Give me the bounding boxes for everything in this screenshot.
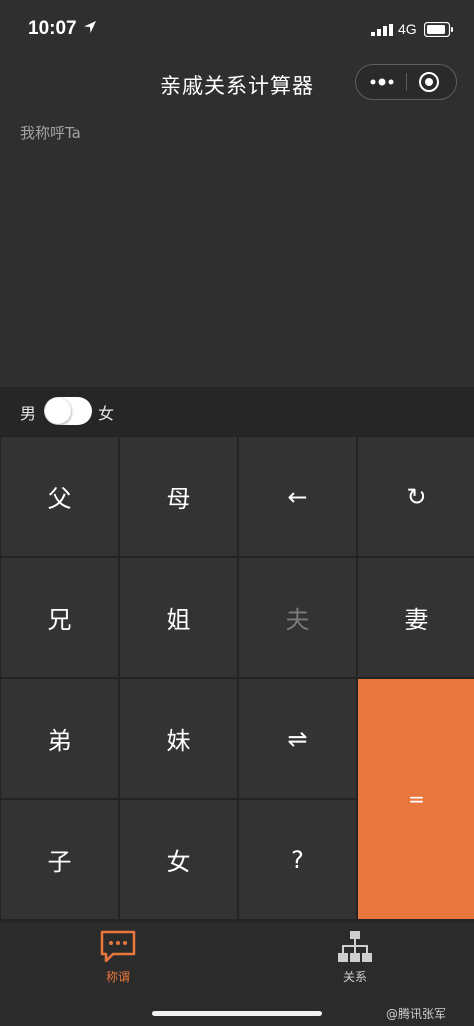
- status-time: 10:07: [28, 18, 77, 39]
- key-father[interactable]: 父: [1, 437, 118, 556]
- tab-bar: 称谓 关系 @腾讯张军: [0, 922, 474, 1026]
- key-elder-brother[interactable]: 兄: [1, 558, 118, 677]
- key-equals[interactable]: =: [358, 679, 474, 919]
- close-target-icon[interactable]: [418, 71, 440, 93]
- key-elder-sister[interactable]: 姐: [120, 558, 237, 677]
- gender-toggle[interactable]: [44, 397, 92, 425]
- nav-bar: 亲戚关系计算器: [0, 60, 474, 110]
- gender-male-label: 男: [20, 404, 37, 423]
- org-chart-icon: [338, 931, 372, 962]
- key-daughter[interactable]: 女: [120, 800, 237, 919]
- watermark: @腾讯张军: [386, 1007, 447, 1021]
- gender-switch-row: 男 女: [0, 387, 474, 435]
- capsule-divider: [406, 73, 407, 91]
- keypad: 父 母 ← ↻ 兄 姐 夫 妻 弟 妹 ⇌ = 子 女 ?: [0, 435, 474, 922]
- key-son[interactable]: 子: [1, 800, 118, 919]
- key-wife[interactable]: 妻: [358, 558, 474, 677]
- mini-program-capsule: [355, 64, 457, 100]
- result-display: 我称呼Ta: [0, 110, 474, 387]
- key-backspace[interactable]: ←: [239, 437, 356, 556]
- key-mother[interactable]: 母: [120, 437, 237, 556]
- more-icon[interactable]: [368, 74, 396, 90]
- key-husband[interactable]: 夫: [239, 558, 356, 677]
- home-indicator[interactable]: [152, 1011, 322, 1016]
- cellular-signal-icon: [371, 24, 393, 36]
- result-label: 我称呼Ta: [20, 124, 81, 142]
- status-bar: 10:07 4G: [0, 0, 474, 60]
- network-type: 4G: [398, 21, 417, 37]
- tab-relationship[interactable]: 关系: [305, 930, 405, 990]
- battery-icon: [424, 22, 453, 37]
- gender-female-label: 女: [98, 404, 115, 423]
- key-reset[interactable]: ↻: [358, 437, 474, 556]
- tab-relationship-label: 关系: [342, 970, 367, 984]
- tab-appellation[interactable]: 称谓: [68, 930, 168, 990]
- toggle-knob: [45, 398, 71, 424]
- key-help[interactable]: ?: [239, 800, 356, 919]
- chat-bubble-icon: [100, 930, 136, 963]
- tab-appellation-label: 称谓: [105, 970, 130, 984]
- key-younger-sister[interactable]: 妹: [120, 679, 237, 798]
- key-younger-brother[interactable]: 弟: [1, 679, 118, 798]
- key-swap[interactable]: ⇌: [239, 679, 356, 798]
- location-arrow-icon: [84, 21, 96, 33]
